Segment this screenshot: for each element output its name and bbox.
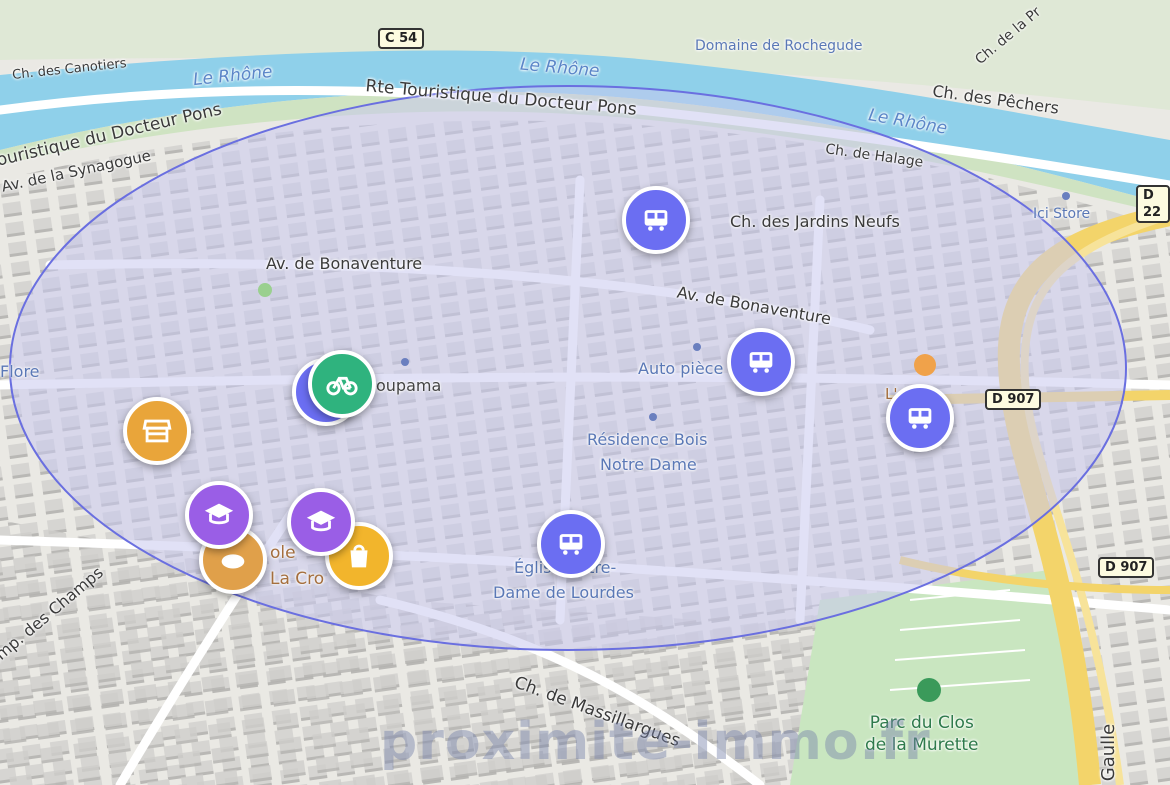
bus-marker[interactable] <box>886 384 954 452</box>
bus-marker[interactable] <box>727 328 795 396</box>
poi-label: La Cro <box>270 569 325 589</box>
map-view[interactable]: Le Rhône Le Rhône Le Rhône Ch. des Canot… <box>0 0 1170 785</box>
poi-label: Résidence Bois <box>587 430 708 449</box>
poi-label: Dame de Lourdes <box>493 583 634 602</box>
poi-label: ole <box>270 543 296 563</box>
restaurant-dot <box>914 354 936 376</box>
shop-marker[interactable] <box>123 397 191 465</box>
bike-marker[interactable] <box>308 350 376 418</box>
poi-label: oupama <box>376 376 442 395</box>
poi-label: Ici Store <box>1033 206 1091 222</box>
park-tree-icon <box>917 678 941 702</box>
store-icon <box>142 419 172 443</box>
road-label: Av. de Bonaventure <box>266 254 423 273</box>
school-marker[interactable] <box>287 488 355 556</box>
graduation-cap-icon <box>306 510 336 532</box>
bus-icon <box>644 210 668 231</box>
poi-label: Flore <box>0 362 40 381</box>
road-shield: C 54 <box>378 28 425 49</box>
poi-label: Notre Dame <box>600 455 697 474</box>
bicycle-icon <box>326 376 358 396</box>
road-shield: D 907 <box>985 389 1042 410</box>
road-shield: D 22 <box>1136 185 1170 223</box>
bus-icon <box>559 534 583 555</box>
shopping-bag-icon <box>350 544 368 568</box>
graduation-cap-icon <box>204 503 234 525</box>
watermark: proximite-immo.fr <box>380 712 931 772</box>
school-marker[interactable] <box>185 481 253 549</box>
bus-marker[interactable] <box>622 186 690 254</box>
bus-icon <box>908 408 932 429</box>
poi-label: Auto pièce <box>638 359 724 378</box>
poi-label: Domaine de Rochegude <box>695 38 863 54</box>
road-shield: D 907 <box>1098 557 1155 578</box>
road-label: Ch. des Jardins Neufs <box>730 212 900 231</box>
bus-marker[interactable] <box>537 510 605 578</box>
road-label: Gaulle <box>1098 723 1120 782</box>
bus-icon <box>749 352 773 373</box>
